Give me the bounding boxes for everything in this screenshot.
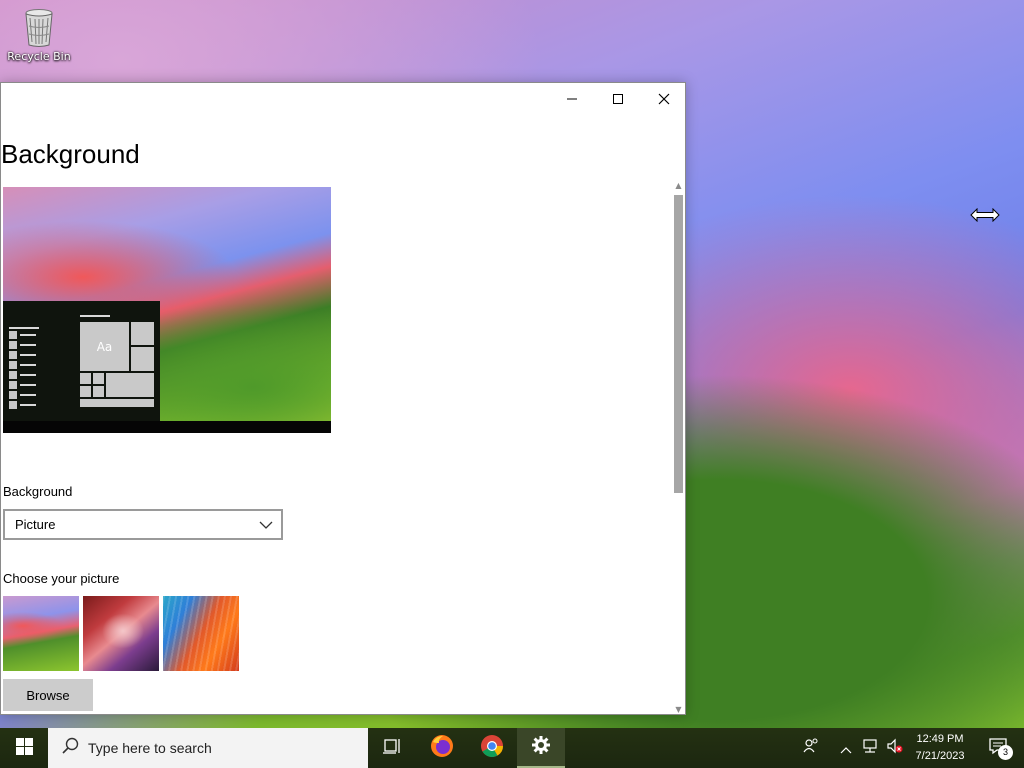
resize-cursor-icon: [970, 207, 1000, 226]
recycle-bin-label: Recycle Bin: [7, 50, 71, 63]
scrollbar-thumb[interactable]: [674, 195, 683, 493]
action-center-button[interactable]: 3: [978, 728, 1018, 768]
scroll-down-icon[interactable]: ▼: [674, 705, 683, 715]
settings-icon: [531, 735, 551, 759]
page-title: Background: [1, 139, 140, 169]
picture-thumbnail-waves[interactable]: [163, 596, 239, 671]
background-dropdown[interactable]: Picture: [3, 509, 283, 540]
choose-picture-label: Choose your picture: [3, 571, 120, 586]
taskbar: Type here to search 12:49 PM 7/21/2023 3: [0, 728, 1024, 768]
search-placeholder: Type here to search: [88, 740, 212, 756]
settings-window: Background Aa Background Picture Choose …: [0, 82, 686, 715]
minimize-icon: [566, 90, 578, 109]
volume-muted-icon: [886, 738, 904, 758]
chevron-up-icon: [840, 739, 852, 758]
clock-date: 7/21/2023: [915, 750, 965, 762]
desktop-preview: Aa: [3, 187, 331, 433]
vertical-scrollbar[interactable]: ▲ ▼: [671, 181, 685, 715]
start-menu-preview: Aa: [3, 301, 160, 421]
network-button[interactable]: [858, 728, 882, 768]
clock[interactable]: 12:49 PM 7/21/2023: [908, 728, 972, 768]
firefox-taskbar-button[interactable]: [418, 728, 466, 768]
scroll-up-icon[interactable]: ▲: [674, 181, 683, 191]
preview-taskbar: [3, 421, 331, 433]
volume-button[interactable]: [883, 728, 907, 768]
maximize-button[interactable]: [595, 83, 641, 115]
background-dropdown-value: Picture: [15, 517, 56, 532]
task-view-icon: [382, 737, 402, 759]
maximize-icon: [612, 90, 624, 109]
task-view-button[interactable]: [368, 728, 416, 768]
picture-thumbnail-canyon[interactable]: [83, 596, 159, 671]
network-icon: [861, 738, 879, 758]
chevron-down-icon: [259, 518, 273, 533]
recycle-bin-icon: [24, 8, 54, 48]
close-icon: [658, 90, 670, 109]
people-icon: [803, 738, 819, 758]
desktop-icon-recycle-bin[interactable]: Recycle Bin: [6, 8, 72, 63]
title-bar[interactable]: [1, 83, 685, 115]
taskbar-search[interactable]: Type here to search: [48, 728, 368, 768]
close-button[interactable]: [641, 83, 687, 115]
firefox-icon: [430, 734, 454, 762]
preview-tile-sample: Aa: [80, 322, 129, 371]
people-button[interactable]: [798, 728, 824, 768]
show-hidden-icons-button[interactable]: [836, 728, 856, 768]
background-label: Background: [3, 484, 73, 499]
notification-icon: 3: [988, 737, 1013, 760]
chrome-icon: [480, 734, 504, 762]
windows-logo-icon: [15, 737, 33, 759]
settings-taskbar-button[interactable]: [517, 728, 565, 768]
start-button[interactable]: [0, 728, 48, 768]
picture-thumbnail-sonoma[interactable]: [3, 596, 79, 671]
minimize-button[interactable]: [549, 83, 595, 115]
clock-time: 12:49 PM: [916, 733, 964, 745]
chrome-taskbar-button[interactable]: [468, 728, 516, 768]
browse-button[interactable]: Browse: [3, 679, 93, 711]
search-icon: [62, 737, 80, 759]
notification-count-badge: 3: [998, 745, 1013, 760]
